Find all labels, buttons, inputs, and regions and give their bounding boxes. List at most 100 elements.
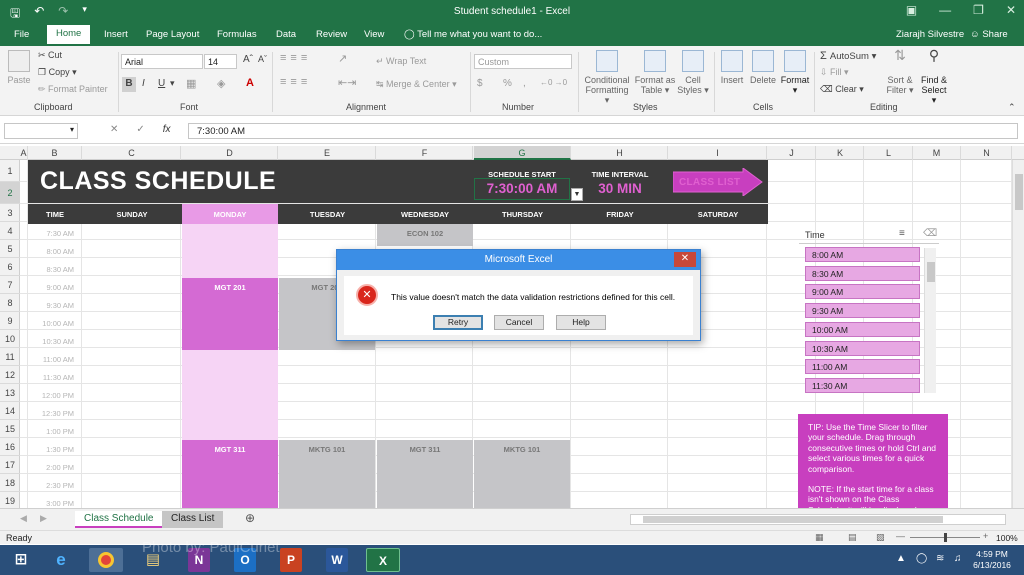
merge-center-button[interactable]: ↹ Merge & Center ▾ (376, 79, 457, 90)
slicer-item[interactable]: 10:30 AM (805, 340, 920, 356)
row-header[interactable]: 15 (0, 420, 20, 438)
slicer-item[interactable]: 8:00 AM (805, 247, 920, 262)
decimal-buttons[interactable]: ←0 →0 (540, 78, 567, 87)
percent-button[interactable]: % (503, 78, 512, 89)
row-header[interactable]: 3 (0, 204, 20, 222)
worksheet-grid[interactable]: ABCDEFGHIJKLMN 1 2 3 4 5 6 7 8 9 10 11 12 13 14 15 16 17… (0, 146, 1024, 510)
time-interval-value[interactable]: 30 MIN (572, 181, 668, 196)
number-format-select[interactable]: Custom (474, 54, 572, 69)
name-box[interactable]: ▾ (4, 123, 78, 139)
time-cell[interactable]: 7:30 AM (28, 229, 74, 238)
restore-icon[interactable]: ❐ (973, 3, 984, 17)
insert-function-icon[interactable]: fx (163, 124, 171, 135)
format-cells-button[interactable]: Format ▾ (779, 50, 811, 95)
time-cell[interactable]: 1:00 PM (28, 427, 74, 436)
wrap-text-button[interactable]: ↵ Wrap Text (376, 56, 426, 67)
clear-filter-icon[interactable]: ⌫ (923, 228, 937, 239)
multi-select-icon[interactable]: ≡ (899, 228, 905, 239)
font-color-icon[interactable]: A (246, 77, 254, 89)
column-header[interactable]: C (83, 146, 181, 160)
row-header[interactable]: 7 (0, 276, 20, 294)
clear-button[interactable]: ⌫ Clear ▾ (820, 84, 864, 95)
font-shrink-icon[interactable]: Aˇ (258, 54, 267, 64)
class-block-mgt311-wednesday[interactable]: MGT 311 (377, 440, 473, 508)
sheet-tab-class-list[interactable]: Class List (162, 511, 224, 528)
row-header[interactable]: 12 (0, 366, 20, 384)
row-header[interactable]: 13 (0, 384, 20, 402)
class-block-econ102[interactable]: ECON 102 (377, 224, 473, 246)
retry-button[interactable]: Retry (433, 315, 483, 330)
comma-button[interactable]: , (523, 78, 526, 89)
tab-review[interactable]: Review (316, 27, 347, 42)
zoom-slider-thumb[interactable] (944, 533, 947, 542)
vertical-scrollbar[interactable] (1012, 160, 1024, 508)
class-list-button[interactable]: CLASS LIST (672, 167, 763, 197)
bold-button[interactable]: B (122, 77, 136, 92)
row-header[interactable]: 10 (0, 330, 20, 348)
zoom-level[interactable]: 100% (996, 533, 1018, 543)
next-sheet-icon[interactable]: ▶ (40, 513, 47, 524)
zoom-out-icon[interactable]: — (896, 531, 905, 541)
time-cell[interactable]: 9:30 AM (28, 301, 74, 310)
tray-volume-icon[interactable]: ♫ (954, 553, 962, 564)
cancel-entry-icon[interactable]: ✕ (110, 124, 118, 135)
row-header[interactable]: 18 (0, 474, 20, 492)
formula-input[interactable]: 7:30:00 AM (188, 123, 1018, 139)
horizontal-align-icons[interactable]: ≡≡≡ (280, 76, 311, 88)
cut-button[interactable]: ✂ Cut (38, 50, 62, 61)
time-cell[interactable]: 11:30 AM (28, 373, 74, 382)
row-header[interactable]: 8 (0, 294, 20, 312)
time-cell[interactable]: 2:00 PM (28, 463, 74, 472)
new-sheet-icon[interactable]: ⊕ (245, 511, 255, 525)
windows-start-icon[interactable]: ⊞ (4, 548, 38, 572)
column-header[interactable]: M (913, 146, 961, 160)
page-layout-view-icon[interactable]: ▤ (848, 532, 857, 543)
font-grow-icon[interactable]: Aˆ (243, 54, 253, 65)
prev-sheet-icon[interactable]: ◀ (20, 513, 27, 524)
close-icon[interactable]: ✕ (1006, 3, 1016, 17)
tab-formulas[interactable]: Formulas (217, 27, 257, 42)
internet-explorer-icon[interactable]: e (44, 548, 78, 572)
row-header[interactable]: 6 (0, 258, 20, 276)
word-icon[interactable]: W (326, 548, 348, 572)
help-button[interactable]: Help (556, 315, 606, 330)
class-block-mktg101-tuesday[interactable]: MKTG 101 (279, 440, 375, 508)
time-slicer[interactable]: Time ≡ ⌫ 8:00 AM 8:30 AM 9:00 AM 9:30 AM 10:… (799, 226, 939, 396)
format-painter-button[interactable]: ✏ Format Painter (38, 84, 108, 95)
column-header[interactable]: B (28, 146, 82, 160)
time-cell[interactable]: 10:30 AM (28, 337, 74, 346)
minimize-icon[interactable]: — (939, 3, 951, 17)
slicer-item[interactable]: 11:00 AM (805, 359, 920, 375)
delete-cells-button[interactable]: Delete (748, 50, 778, 85)
time-cell[interactable]: 1:30 PM (28, 445, 74, 454)
paste-button[interactable]: Paste (6, 50, 32, 85)
row-header[interactable]: 1 (0, 160, 20, 182)
row-header[interactable]: 11 (0, 348, 20, 366)
autosum-button[interactable]: Σ AutoSum ▾ (820, 50, 876, 62)
find-select-button[interactable]: ⚲ Find & Select ▾ (918, 48, 950, 105)
dialog-close-icon[interactable]: ✕ (674, 252, 696, 267)
slicer-item[interactable]: 9:00 AM (805, 284, 920, 300)
collapse-ribbon-icon[interactable]: ⌃ (1008, 102, 1016, 113)
slicer-item[interactable]: 8:30 AM (805, 265, 920, 281)
time-cell[interactable]: 12:00 PM (28, 391, 74, 400)
row-header[interactable]: 9 (0, 312, 20, 330)
underline-dropdown-icon[interactable]: ▾ (170, 78, 175, 89)
time-cell[interactable]: 8:00 AM (28, 247, 74, 256)
normal-view-icon[interactable]: ▦ (815, 532, 824, 543)
tab-view[interactable]: View (364, 27, 384, 42)
cell-styles-button[interactable]: Cell Styles ▾ (677, 50, 709, 95)
horizontal-scrollbar[interactable] (630, 514, 1006, 525)
column-header[interactable]: L (865, 146, 913, 160)
column-header[interactable]: J (768, 146, 816, 160)
slicer-item[interactable]: 9:30 AM (805, 303, 920, 319)
italic-button[interactable]: I (142, 78, 145, 89)
insert-cells-button[interactable]: Insert (718, 50, 746, 85)
class-block-mgt311[interactable]: MGT 311 (182, 440, 278, 508)
share-button[interactable]: ☺ Share (970, 29, 1008, 40)
copy-button[interactable]: ❐ Copy ▾ (38, 67, 77, 78)
orientation-icon[interactable]: ↗ (338, 52, 347, 65)
slicer-scrollbar[interactable] (924, 248, 936, 393)
column-header[interactable]: F (377, 146, 473, 160)
row-header[interactable]: 2 (0, 182, 20, 204)
